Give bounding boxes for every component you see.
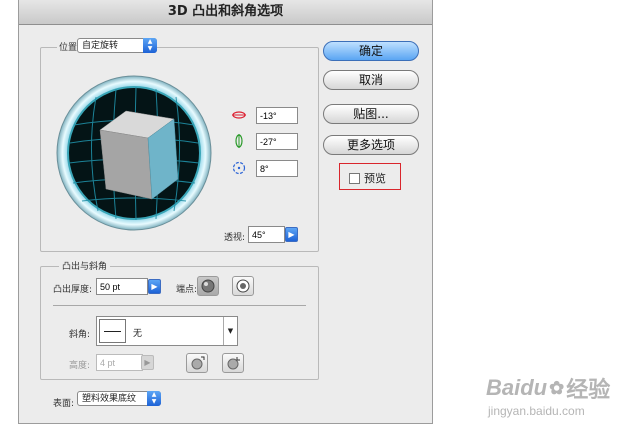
more-options-button[interactable]: 更多选项 bbox=[323, 135, 419, 155]
rotate-z-axis-icon bbox=[232, 161, 246, 178]
surface-value: 塑料效果底纹 bbox=[82, 394, 137, 404]
watermark-brand: Baidu bbox=[486, 375, 548, 400]
chevron-down-icon: ▼ bbox=[227, 327, 234, 335]
cap-label: 端点: bbox=[176, 285, 198, 295]
cancel-button[interactable]: 取消 bbox=[323, 70, 419, 90]
height-label: 高度: bbox=[69, 361, 91, 371]
bevel-in-button[interactable] bbox=[222, 353, 244, 373]
rotate-x-field[interactable] bbox=[256, 107, 298, 124]
chevron-updown-icon: ▲ ▼ bbox=[147, 391, 161, 406]
height-slider-button[interactable]: ▶ bbox=[141, 355, 154, 370]
chevron-updown-icon: ▲ ▼ bbox=[143, 38, 157, 53]
bevel-out-icon bbox=[191, 356, 205, 370]
perspective-label: 透视: bbox=[224, 233, 246, 243]
bevel-label: 斜角: bbox=[69, 330, 91, 340]
baidu-watermark: Baidu ✿ 经验 jingyan.baidu.com bbox=[486, 372, 610, 418]
ok-button[interactable]: 确定 bbox=[323, 41, 419, 61]
preview-checkbox[interactable] bbox=[349, 172, 360, 184]
watermark-url: jingyan.baidu.com bbox=[488, 404, 585, 418]
height-field[interactable] bbox=[96, 354, 143, 371]
rotate-z-field[interactable] bbox=[256, 160, 298, 177]
cap-off-icon bbox=[236, 279, 250, 293]
rotation-trackball[interactable] bbox=[56, 75, 212, 231]
surface-select[interactable]: 塑料效果底纹 ▲ ▼ bbox=[77, 391, 161, 406]
bevel-value: 无 bbox=[133, 329, 143, 339]
cube-left-face bbox=[99, 129, 153, 200]
bevel-swatch bbox=[99, 319, 126, 343]
position-select[interactable]: 自定旋转 ▲ ▼ bbox=[77, 38, 157, 53]
rotate-x-axis-icon bbox=[232, 108, 246, 125]
extrude-bevel-legend: 凸出与斜角 bbox=[59, 259, 111, 272]
rotate-y-axis-icon bbox=[232, 134, 246, 151]
perspective-slider-button[interactable]: ▶ bbox=[285, 227, 298, 242]
extrude-depth-field[interactable] bbox=[96, 278, 148, 295]
cap-on-button[interactable] bbox=[197, 276, 219, 296]
preview-checkbox-row[interactable]: 预览 bbox=[349, 170, 386, 186]
bevel-dropdown-button[interactable]: ▼ bbox=[223, 317, 237, 345]
perspective-field[interactable] bbox=[248, 226, 285, 243]
extrude-depth-label: 凸出厚度: bbox=[53, 285, 93, 295]
rotate-y-field[interactable] bbox=[256, 133, 298, 150]
trackball-graphic bbox=[56, 75, 212, 231]
dialog-title: 3D 凸出和斜角选项 bbox=[19, 0, 432, 25]
cap-off-button[interactable] bbox=[232, 276, 254, 296]
watermark-sub: 经验 bbox=[566, 377, 611, 402]
extrude-depth-slider-button[interactable]: ▶ bbox=[148, 279, 161, 294]
surface-label: 表面: bbox=[53, 399, 75, 409]
map-art-button[interactable]: 贴图... bbox=[323, 104, 419, 124]
bevel-out-button[interactable] bbox=[186, 353, 208, 373]
paw-icon: ✿ bbox=[549, 377, 565, 398]
position-value: 自定旋转 bbox=[82, 41, 119, 51]
3d-extrude-dialog: 3D 凸出和斜角选项 位置: 自定旋转 ▲ ▼ -13° -27° 8° 透视:… bbox=[18, 0, 433, 424]
bevel-in-icon bbox=[227, 357, 240, 370]
cap-on-icon bbox=[201, 279, 215, 293]
divider bbox=[53, 305, 306, 306]
preview-label: 预览 bbox=[364, 172, 386, 185]
bevel-select[interactable]: 无 ▼ bbox=[96, 316, 238, 346]
